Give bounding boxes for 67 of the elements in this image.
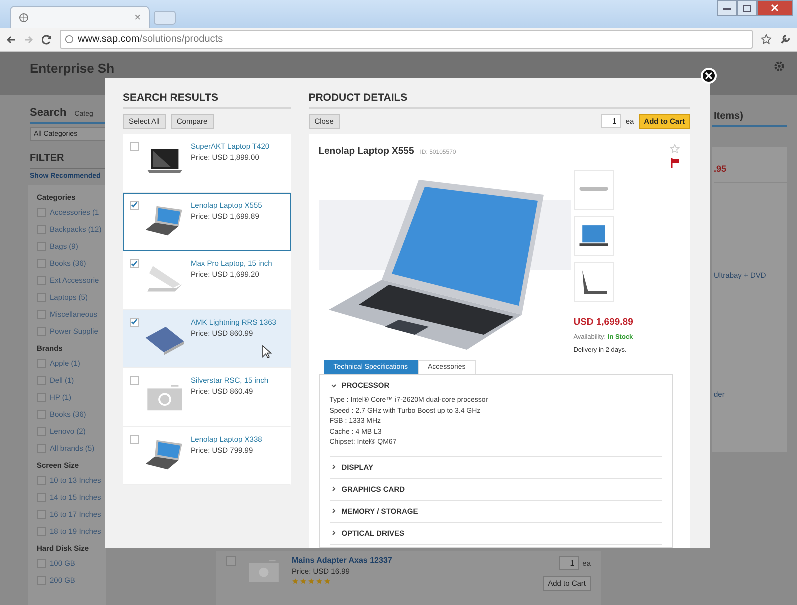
checkbox[interactable] xyxy=(37,276,46,285)
cart-price: .95 xyxy=(714,164,787,183)
minimize-icon xyxy=(723,6,731,10)
browser-tab[interactable]: × xyxy=(10,6,150,28)
chevron-icon xyxy=(330,464,337,470)
favorite-star-icon[interactable] xyxy=(670,144,680,154)
checkbox[interactable] xyxy=(37,242,46,251)
checkbox[interactable] xyxy=(130,142,139,151)
checkbox[interactable] xyxy=(130,376,139,385)
checkbox[interactable] xyxy=(37,376,46,385)
checkbox[interactable] xyxy=(130,318,139,326)
search-tab[interactable]: Search xyxy=(30,107,67,119)
product-name[interactable]: Mains Adapter Axas 12337 xyxy=(292,556,534,565)
checkbox[interactable] xyxy=(37,510,46,519)
checkbox[interactable] xyxy=(37,527,46,536)
maximize-button[interactable] xyxy=(737,0,757,16)
laptop-profile-thumbnail[interactable] xyxy=(574,262,614,302)
product-details-heading: PRODUCT DETAILS xyxy=(308,92,690,109)
checkbox[interactable] xyxy=(37,310,46,319)
close-button[interactable] xyxy=(757,0,793,16)
checkbox[interactable] xyxy=(130,200,139,210)
back-icon[interactable] xyxy=(6,34,16,44)
forward-icon[interactable] xyxy=(24,34,34,44)
product-price: USD 1,699.89 xyxy=(574,317,634,328)
laptop-front-thumbnail[interactable] xyxy=(574,216,614,256)
checkbox[interactable] xyxy=(37,293,46,302)
checkbox[interactable] xyxy=(130,434,139,444)
chevron-icon xyxy=(330,382,337,388)
camera-placeholder-icon xyxy=(246,560,282,582)
checkbox[interactable] xyxy=(37,427,46,436)
checkbox[interactable] xyxy=(37,208,46,217)
checkbox[interactable] xyxy=(37,393,46,402)
tab-close-button[interactable]: × xyxy=(134,12,141,24)
chevron-icon xyxy=(330,486,337,492)
cart-heading: Items) xyxy=(712,111,787,127)
checkbox[interactable] xyxy=(37,559,46,568)
checkbox[interactable] xyxy=(130,259,139,268)
minimize-button[interactable] xyxy=(717,0,737,16)
checkbox[interactable] xyxy=(37,476,46,485)
checkbox[interactable] xyxy=(37,576,46,585)
checkbox[interactable] xyxy=(37,444,46,453)
new-tab-button[interactable] xyxy=(154,11,176,25)
checkbox[interactable] xyxy=(37,225,46,234)
wrench-icon[interactable] xyxy=(780,34,791,45)
checkbox[interactable] xyxy=(37,410,46,419)
checkbox[interactable] xyxy=(37,259,46,268)
product-name: Lenolap Laptop X555 xyxy=(318,146,414,157)
checkbox[interactable] xyxy=(37,359,46,368)
checkbox[interactable] xyxy=(37,493,46,502)
search-results-heading: SEARCH RESULTS xyxy=(123,92,291,109)
url-text: www.sap.com/solutions/products xyxy=(78,34,224,45)
checkbox[interactable] xyxy=(226,556,236,566)
chevron-icon xyxy=(330,508,337,514)
mouse-pointer-icon xyxy=(262,345,272,359)
laptop-side-thumbnail[interactable] xyxy=(574,170,614,210)
close-icon xyxy=(771,4,779,12)
checkbox[interactable] xyxy=(37,327,46,336)
quantity-field[interactable]: 1 xyxy=(600,114,621,128)
quantity-field[interactable]: 1 xyxy=(558,556,579,570)
star-icon[interactable] xyxy=(761,34,772,45)
maximize-icon xyxy=(743,4,751,12)
address-bar[interactable]: www.sap.com/solutions/products xyxy=(60,30,753,49)
settings-icon[interactable] xyxy=(774,61,785,72)
flag-icon[interactable] xyxy=(670,158,680,168)
page-title: Enterprise Sh xyxy=(30,61,115,76)
reload-icon[interactable] xyxy=(42,34,52,44)
chevron-icon xyxy=(330,530,337,536)
